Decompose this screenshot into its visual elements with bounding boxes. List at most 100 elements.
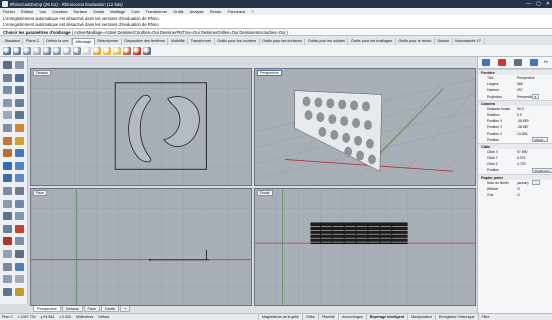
fillet-icon[interactable] [15, 111, 24, 120]
boolean-union-icon[interactable] [3, 174, 12, 183]
toolbar-tab[interactable]: Dessin [435, 38, 453, 45]
boolean-diff-icon[interactable] [15, 174, 24, 183]
viewport-label-right[interactable]: Droite [257, 190, 273, 196]
viewport-label-top[interactable]: Dessus [33, 70, 51, 76]
viewport-perspective[interactable]: Perspective [254, 68, 476, 186]
trim-icon[interactable] [15, 224, 24, 233]
status-toggle[interactable]: Ortho [301, 314, 318, 320]
scale-icon[interactable] [3, 212, 12, 221]
circle-icon[interactable] [3, 86, 12, 95]
mirror-icon[interactable] [15, 212, 24, 221]
arctic-sphere-icon[interactable] [83, 47, 91, 55]
material-icon[interactable] [123, 47, 131, 55]
toolbar-tab[interactable]: Visibilité [168, 38, 189, 45]
status-toggle[interactable]: Manipulateur [407, 314, 435, 320]
menu-panneaux[interactable]: Panneaux [228, 9, 246, 14]
rectangle-icon[interactable] [3, 98, 12, 107]
properties-tab-icon[interactable] [482, 59, 490, 66]
status-toggle[interactable]: Accrochages [337, 314, 366, 320]
toolbar-tab[interactable]: Nouveautés V7 [453, 38, 485, 45]
status-units[interactable]: Millimètres [76, 314, 93, 320]
property-button[interactable]: … [532, 180, 541, 186]
toolbar-tab[interactable]: Sélectionner [95, 38, 122, 45]
wireframe-sphere-icon[interactable] [3, 47, 11, 55]
menu-analyse[interactable]: Analyse [190, 9, 204, 14]
toolbar-tab[interactable]: Définir la vue [44, 38, 72, 45]
menu-rendu[interactable]: Rendu [210, 9, 222, 14]
menu-solide[interactable]: Solide [93, 9, 104, 14]
lock-icon[interactable] [15, 275, 24, 284]
viewport-label-front[interactable]: Face [33, 190, 47, 196]
menu-surface[interactable]: Surface [73, 9, 87, 14]
menu-maillage[interactable]: Maillage [110, 9, 125, 14]
toolbar-tab[interactable]: Outils pour les solides [305, 38, 349, 45]
toolbar-tab[interactable]: Outils pour les surfaces [260, 38, 306, 45]
help-tab-icon[interactable] [530, 59, 538, 66]
viewport-label-perspective[interactable]: Perspective [257, 70, 282, 76]
menu-fichier[interactable]: Fichier [3, 9, 15, 14]
technical-sphere-icon[interactable] [53, 47, 61, 55]
toolbar-tab[interactable]: Disposition des fenêtres [122, 38, 169, 45]
ellipse-icon[interactable] [3, 111, 12, 120]
select-arrow-icon[interactable] [3, 61, 12, 69]
shaded-sphere-icon[interactable] [13, 47, 21, 55]
toolbar-tab[interactable]: Outils pour le rendu [396, 38, 435, 45]
status-toggle[interactable]: Magnétisme de la grille [258, 314, 302, 320]
point-icon[interactable] [15, 61, 24, 69]
artistic-sphere-icon[interactable] [63, 47, 71, 55]
viewport-tab[interactable]: + [120, 306, 131, 312]
status-toggle[interactable]: Enregistrer l'historique [434, 314, 478, 320]
copy-icon[interactable] [3, 199, 12, 208]
toolbar-tab[interactable]: Affichage [71, 38, 95, 45]
menu-cote[interactable]: Cote [131, 9, 139, 14]
menu-transformer[interactable]: Transformer [146, 9, 168, 14]
dimension-icon[interactable] [3, 262, 12, 271]
status-toggle[interactable]: Filtre [477, 314, 493, 320]
explode-icon[interactable] [3, 250, 12, 258]
array-icon[interactable] [3, 224, 12, 233]
viewport-front[interactable]: Face [30, 188, 252, 306]
rendered-sphere-icon[interactable] [23, 47, 31, 55]
viewport-tab[interactable]: Droite [100, 306, 120, 312]
curve-icon[interactable] [15, 73, 24, 82]
menu-courbes[interactable]: Courbes [52, 9, 67, 14]
close-red-x-icon[interactable] [133, 47, 141, 55]
command-prompt[interactable]: Choisir les paramètres d'ombrage ( Activ… [0, 29, 552, 36]
close-button[interactable]: ✕ [546, 1, 550, 7]
viewport-right[interactable]: Droite [254, 188, 476, 306]
minimize-button[interactable]: — [526, 1, 531, 7]
light-bulb-icon[interactable] [113, 47, 121, 55]
pen-sphere-icon[interactable] [73, 47, 81, 55]
menu-edition[interactable]: Édition [21, 9, 33, 14]
viewport-tab[interactable]: Dessus [61, 306, 83, 312]
property-button[interactable]: Positionner... [532, 168, 552, 174]
sun-icon[interactable] [103, 47, 111, 55]
extrude-icon[interactable] [3, 136, 12, 145]
viewport-tab[interactable]: Face [83, 306, 100, 312]
property-button[interactable]: Placer... [532, 137, 549, 143]
surface-corner-icon[interactable] [15, 124, 24, 132]
polygon-icon[interactable] [15, 98, 24, 107]
layer-icon[interactable] [15, 262, 24, 271]
xray-sphere-icon[interactable] [43, 47, 51, 55]
display-tab-icon[interactable] [514, 59, 522, 66]
loft-icon[interactable] [15, 136, 24, 145]
layers-tab-icon[interactable] [498, 59, 506, 66]
image-frame-icon[interactable] [143, 47, 151, 55]
status-toggle[interactable]: Repérage intelligent [365, 314, 407, 320]
sweep-icon[interactable] [3, 149, 12, 158]
status-toggle[interactable]: Planéité [317, 314, 338, 320]
solid-sphere-icon[interactable] [3, 161, 12, 170]
mesh-icon[interactable] [3, 187, 12, 195]
menu-aide[interactable]: ? [252, 9, 254, 14]
hide-icon[interactable] [3, 275, 12, 284]
toolbar-tab[interactable]: Outils pour les maillages [348, 38, 396, 45]
status-layer[interactable]: Défaut [98, 314, 109, 320]
command-prompt-options[interactable]: ( ActiverMaillage=Activé DessinerCourbes… [72, 30, 288, 35]
viewport-top[interactable]: Dessus [30, 68, 252, 186]
split-icon[interactable] [3, 237, 12, 246]
solid-box-icon[interactable] [15, 149, 24, 158]
toolbar-tab[interactable]: Transformer [188, 38, 215, 45]
offset-curve-icon[interactable] [3, 124, 12, 132]
toolbar-tab[interactable]: Standard [2, 38, 24, 45]
